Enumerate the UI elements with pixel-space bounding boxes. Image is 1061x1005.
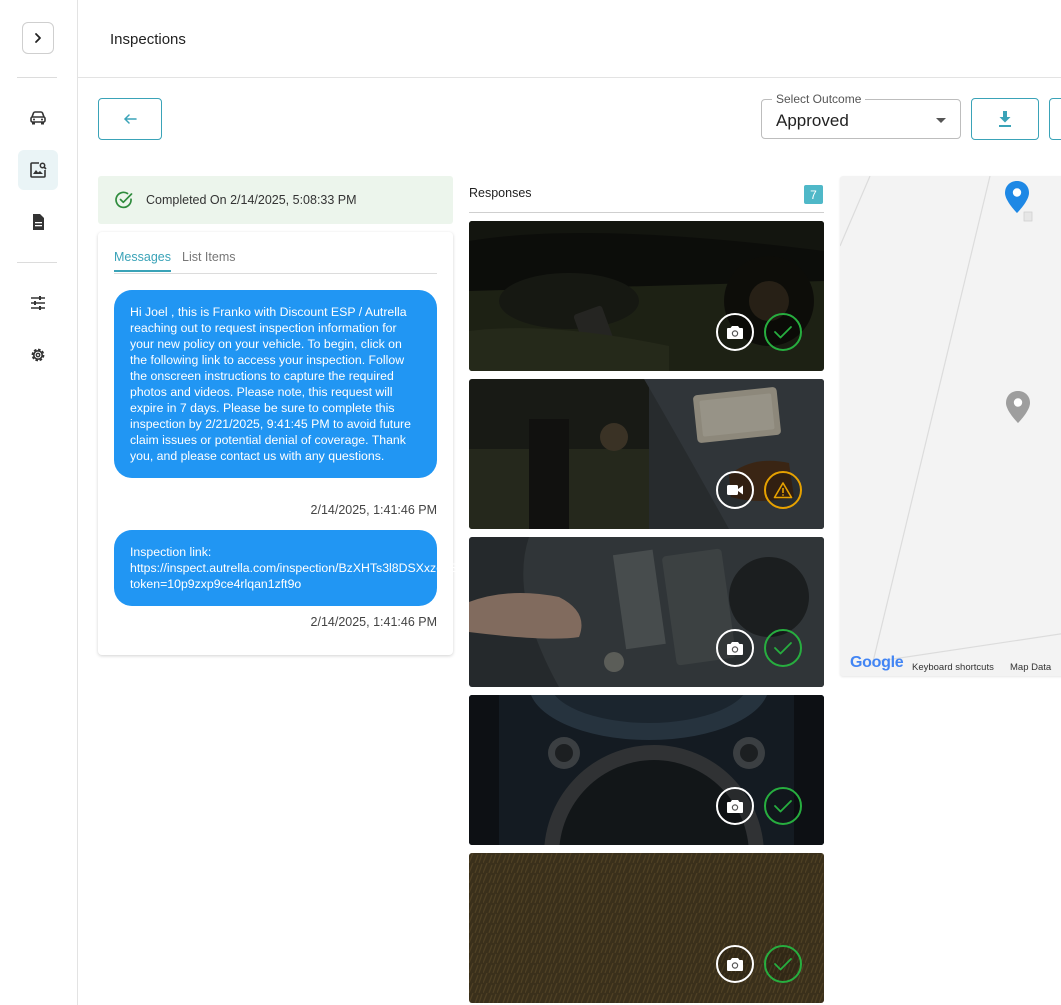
sidebar — [0, 0, 78, 1005]
camera-icon — [716, 629, 754, 667]
download-icon — [999, 111, 1011, 127]
completed-text: Completed On 2/14/2025, 5:08:33 PM — [146, 193, 357, 207]
sidebar-item-filters[interactable] — [18, 283, 58, 323]
more-actions-button[interactable] — [1049, 98, 1061, 140]
check-icon — [764, 629, 802, 667]
car-icon — [30, 111, 46, 125]
map-roads — [840, 176, 1061, 667]
chevron-right-icon — [35, 33, 41, 43]
message-timestamp: 2/14/2025, 1:41:46 PM — [310, 503, 437, 517]
outcome-select-label: Select Outcome — [772, 92, 866, 106]
map-pin-icon[interactable] — [1005, 390, 1031, 424]
download-button[interactable] — [971, 98, 1039, 140]
response-item[interactable] — [469, 853, 824, 1003]
message-bubble: Hi Joel , this is Franko with Discount E… — [114, 290, 437, 478]
page-title: Inspections — [110, 31, 186, 48]
check-circle-icon — [115, 191, 133, 209]
check-icon — [764, 945, 802, 983]
gear-icon — [31, 348, 45, 362]
warning-icon — [764, 471, 802, 509]
sidebar-divider — [17, 77, 57, 78]
document-icon — [33, 214, 44, 230]
response-item[interactable] — [469, 695, 824, 845]
responses-divider — [469, 212, 824, 213]
image-shade — [469, 379, 824, 529]
video-icon — [716, 471, 754, 509]
message-timestamp: 2/14/2025, 1:41:46 PM — [310, 615, 437, 629]
back-button[interactable] — [98, 98, 162, 140]
response-item[interactable] — [469, 221, 824, 371]
caret-down-icon — [936, 118, 946, 123]
arrow-left-icon — [123, 114, 137, 124]
camera-icon — [716, 313, 754, 351]
image-shade — [469, 853, 824, 1003]
camera-icon — [716, 945, 754, 983]
image-shade — [469, 221, 824, 371]
outcome-select-value: Approved — [776, 111, 849, 130]
expand-sidebar-button[interactable] — [22, 22, 54, 54]
map-keyboard-shortcuts-link[interactable]: Keyboard shortcuts — [912, 662, 994, 673]
response-item[interactable] — [469, 379, 824, 529]
map-pin-icon[interactable] — [1004, 180, 1030, 214]
completed-banner: Completed On 2/14/2025, 5:08:33 PM — [98, 176, 453, 224]
sliders-icon — [31, 296, 45, 310]
message-bubble-link[interactable]: Inspection link: https://inspect.autrell… — [114, 530, 492, 606]
image-shade — [469, 695, 824, 845]
messages-card: Messages List Items Hi Joel , this is Fr… — [98, 232, 492, 655]
response-item[interactable] — [469, 537, 824, 687]
sidebar-item-vehicles[interactable] — [18, 98, 58, 138]
messages-tabs: Messages List Items — [114, 248, 437, 274]
sidebar-item-documents[interactable] — [18, 202, 58, 242]
responses-count-badge: 7 — [804, 185, 823, 204]
google-logo: Google — [850, 654, 904, 671]
image-shade — [469, 537, 824, 687]
check-icon — [764, 787, 802, 825]
tab-messages[interactable]: Messages — [114, 250, 171, 272]
check-icon — [764, 313, 802, 351]
sidebar-divider — [17, 262, 57, 263]
top-header: Inspections — [78, 0, 1061, 78]
tab-list-items[interactable]: List Items — [182, 250, 236, 264]
responses-title: Responses — [469, 186, 532, 200]
sidebar-item-inspections[interactable] — [18, 150, 58, 190]
sidebar-item-settings[interactable] — [18, 335, 58, 375]
camera-icon — [716, 787, 754, 825]
location-map[interactable]: Google Keyboard shortcuts Map Data — [840, 176, 1061, 676]
map-data-link[interactable]: Map Data — [1010, 662, 1051, 673]
image-search-icon — [30, 162, 47, 178]
outcome-select[interactable]: Select Outcome Approved — [761, 92, 961, 139]
